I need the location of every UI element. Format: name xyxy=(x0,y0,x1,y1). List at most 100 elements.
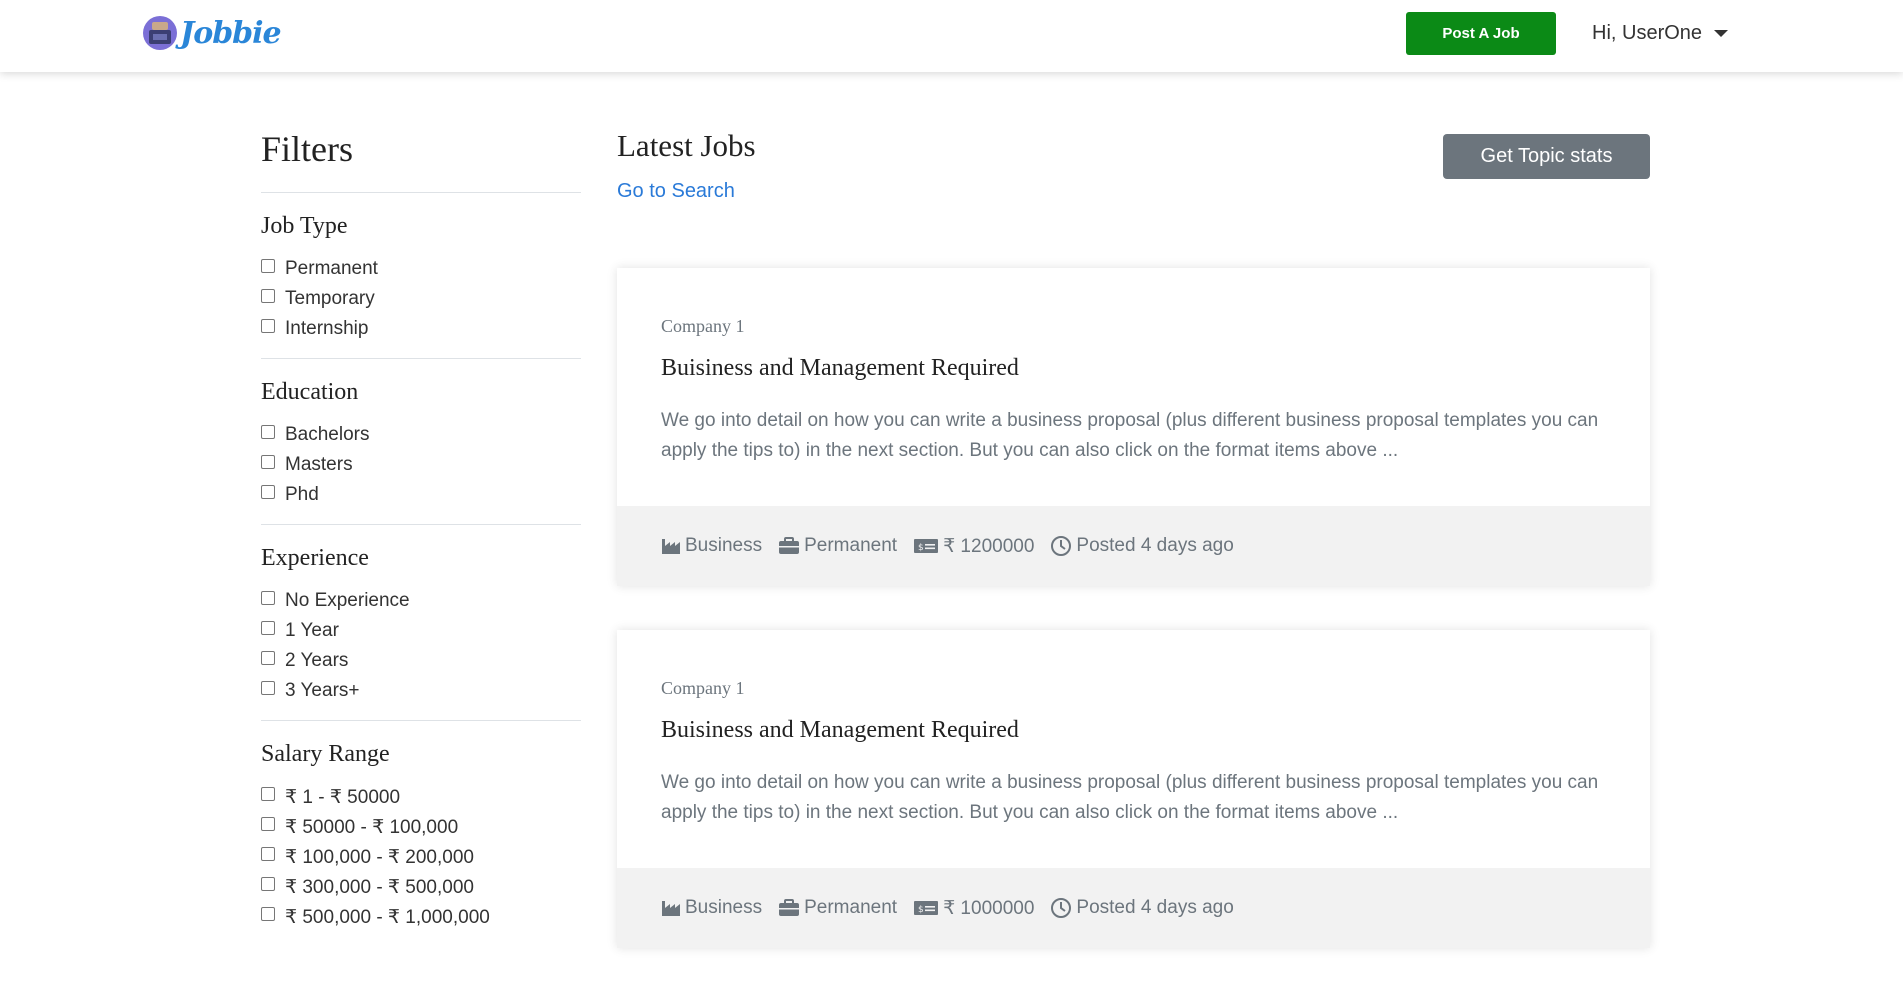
divider xyxy=(261,720,581,721)
filter-option-label: Temporary xyxy=(285,288,375,309)
filter-option-label: Masters xyxy=(285,454,353,475)
salary-meta: $ ₹ 1000000 xyxy=(913,897,1034,920)
job-type-label: Permanent xyxy=(804,535,898,556)
top-navbar: Jobbie Post A Job Hi, UserOne xyxy=(0,0,1903,72)
divider xyxy=(261,524,581,525)
filter-option[interactable]: ₹ 300,000 - ₹ 500,000 xyxy=(261,872,581,902)
job-title[interactable]: Buisiness and Management Required xyxy=(661,717,1606,744)
filter-option[interactable]: No Experience xyxy=(261,586,581,616)
industry-meta: Business xyxy=(661,897,762,919)
checkbox[interactable] xyxy=(261,621,275,635)
filter-option[interactable]: 2 Years xyxy=(261,646,581,676)
filter-option[interactable]: ₹ 100,000 - ₹ 200,000 xyxy=(261,842,581,872)
checkbox[interactable] xyxy=(261,651,275,665)
money-bill-icon: $ xyxy=(914,901,939,915)
checkbox[interactable] xyxy=(261,485,275,499)
filter-option[interactable]: Bachelors xyxy=(261,420,581,450)
brand-link[interactable]: Jobbie xyxy=(142,14,282,52)
filter-option-label: Internship xyxy=(285,318,369,339)
checkbox[interactable] xyxy=(261,877,275,891)
filter-group-title: Experience xyxy=(261,545,369,571)
posted-label: Posted 4 days ago xyxy=(1076,897,1234,918)
filter-option-label: 2 Years xyxy=(285,650,349,671)
go-to-search-link[interactable]: Go to Search xyxy=(617,180,735,203)
divider xyxy=(261,358,581,359)
briefcase-icon xyxy=(779,899,800,916)
job-type-meta: Permanent xyxy=(778,897,897,919)
filter-group-job-type: Job Type Permanent Temporary Internship xyxy=(261,213,581,344)
checkbox[interactable] xyxy=(261,847,275,861)
filter-option[interactable]: Phd xyxy=(261,480,581,510)
checkbox[interactable] xyxy=(261,907,275,921)
filter-option[interactable]: 1 Year xyxy=(261,616,581,646)
main-content: Latest Jobs Go to Search Get Topic stats… xyxy=(617,128,1650,948)
salary-label: ₹ 1000000 xyxy=(943,897,1035,919)
filter-option[interactable]: ₹ 50000 - ₹ 100,000 xyxy=(261,812,581,842)
job-title[interactable]: Buisiness and Management Required xyxy=(661,355,1606,382)
filter-option[interactable]: Internship xyxy=(261,314,581,344)
filter-option[interactable]: ₹ 1 - ₹ 50000 xyxy=(261,782,581,812)
filter-group-title: Education xyxy=(261,379,359,405)
industry-label: Business xyxy=(685,535,763,556)
job-card[interactable]: Company 1 Buisiness and Management Requi… xyxy=(617,630,1650,948)
filter-option[interactable]: 3 Years+ xyxy=(261,676,581,706)
job-card-footer: Business Permanent $ ₹ 1200000 Posted 4 … xyxy=(617,506,1650,586)
money-bill-icon: $ xyxy=(914,539,939,553)
company-name: Company 1 xyxy=(661,678,745,698)
job-type-meta: Permanent xyxy=(778,535,897,557)
salary-label: ₹ 1200000 xyxy=(943,535,1035,557)
job-description: We go into detail on how you can write a… xyxy=(661,772,1599,823)
filter-option-label: Permanent xyxy=(285,258,378,279)
checkbox[interactable] xyxy=(261,425,275,439)
job-card[interactable]: Company 1 Buisiness and Management Requi… xyxy=(617,268,1650,586)
job-card-footer: Business Permanent $ ₹ 1000000 Posted 4 … xyxy=(617,868,1650,948)
filter-option[interactable]: Temporary xyxy=(261,284,581,314)
checkbox[interactable] xyxy=(261,817,275,831)
posted-meta: Posted 4 days ago xyxy=(1050,535,1234,557)
industry-label: Business xyxy=(685,897,763,918)
filter-option-label: 3 Years+ xyxy=(285,680,360,701)
briefcase-icon xyxy=(779,537,800,554)
filter-group-title: Salary Range xyxy=(261,741,390,767)
job-card-body: Company 1 Buisiness and Management Requi… xyxy=(617,268,1650,506)
checkbox[interactable] xyxy=(261,259,275,273)
get-topic-stats-button[interactable]: Get Topic stats xyxy=(1443,134,1650,179)
filter-option-label: ₹ 1 - ₹ 50000 xyxy=(285,786,401,808)
checkbox[interactable] xyxy=(261,787,275,801)
svg-text:$: $ xyxy=(918,543,924,553)
checkbox[interactable] xyxy=(261,681,275,695)
svg-text:$: $ xyxy=(918,905,924,915)
job-description: We go into detail on how you can write a… xyxy=(661,410,1599,461)
industry-icon xyxy=(662,901,680,916)
industry-meta: Business xyxy=(661,535,762,557)
filter-option-label: ₹ 300,000 - ₹ 500,000 xyxy=(285,876,474,898)
user-greeting: Hi, UserOne xyxy=(1592,22,1703,44)
filter-group-experience: Experience No Experience 1 Year 2 Years … xyxy=(261,545,581,706)
filters-sidebar: Filters Job Type Permanent Temporary Int… xyxy=(261,128,581,932)
filter-option[interactable]: Permanent xyxy=(261,254,581,284)
filter-option[interactable]: Masters xyxy=(261,450,581,480)
filter-option-label: Bachelors xyxy=(285,424,370,445)
checkbox[interactable] xyxy=(261,455,275,469)
industry-icon xyxy=(662,539,680,554)
filter-option-label: ₹ 100,000 - ₹ 200,000 xyxy=(285,846,474,868)
salary-meta: $ ₹ 1200000 xyxy=(913,535,1034,558)
caret-down-icon xyxy=(1714,30,1729,37)
user-menu-dropdown[interactable]: Hi, UserOne xyxy=(1592,22,1729,45)
clock-icon xyxy=(1051,536,1072,556)
checkbox[interactable] xyxy=(261,591,275,605)
divider xyxy=(261,192,581,193)
filter-option-label: Phd xyxy=(285,484,319,505)
post-job-button[interactable]: Post A Job xyxy=(1406,12,1556,55)
company-name: Company 1 xyxy=(661,316,745,336)
posted-meta: Posted 4 days ago xyxy=(1050,897,1234,919)
checkbox[interactable] xyxy=(261,289,275,303)
filter-option-label: No Experience xyxy=(285,590,410,611)
filters-title: Filters xyxy=(261,129,354,169)
filter-option-label: ₹ 500,000 - ₹ 1,000,000 xyxy=(285,906,490,928)
logo-icon xyxy=(143,16,177,50)
posted-label: Posted 4 days ago xyxy=(1076,535,1234,556)
filter-group-title: Job Type xyxy=(261,213,348,239)
checkbox[interactable] xyxy=(261,319,275,333)
filter-option[interactable]: ₹ 500,000 - ₹ 1,000,000 xyxy=(261,902,581,932)
